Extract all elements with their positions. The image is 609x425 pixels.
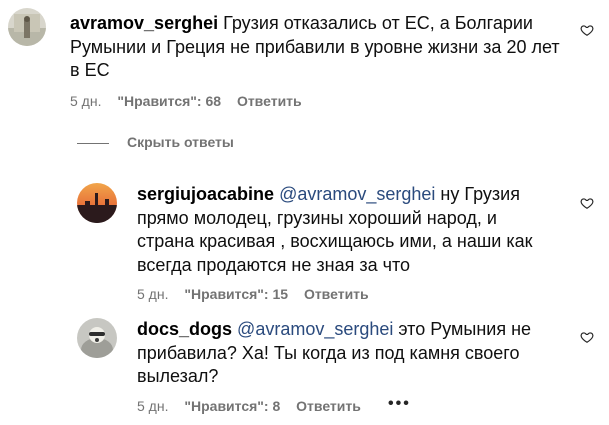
avatar[interactable] (77, 183, 117, 223)
comment-time[interactable]: 5 дн. (137, 286, 168, 302)
divider-line (77, 142, 109, 144)
comment-time[interactable]: 5 дн. (70, 93, 101, 109)
username[interactable]: docs_dogs (137, 319, 232, 339)
likes-count[interactable]: "Нравится": 8 (184, 398, 280, 414)
reply-button[interactable]: Ответить (237, 93, 302, 109)
reply-button[interactable]: Ответить (304, 286, 369, 302)
reply-button[interactable]: Ответить (296, 398, 361, 414)
mention-link[interactable]: @avramov_serghei (279, 184, 435, 204)
likes-count[interactable]: "Нравится": 68 (117, 93, 221, 109)
username[interactable]: sergiujoacabine (137, 184, 274, 204)
heart-icon[interactable] (580, 330, 594, 344)
mention-link[interactable]: @avramov_serghei (237, 319, 393, 339)
avatar[interactable] (8, 8, 46, 46)
avatar[interactable] (77, 318, 117, 358)
hide-replies-button[interactable]: Скрыть ответы (77, 134, 234, 150)
heart-icon[interactable] (580, 23, 594, 37)
username[interactable]: avramov_serghei (70, 13, 218, 33)
comment-time[interactable]: 5 дн. (137, 398, 168, 414)
likes-count[interactable]: "Нравится": 15 (184, 286, 288, 302)
heart-icon[interactable] (580, 196, 594, 210)
more-options-icon[interactable]: ••• (388, 395, 411, 413)
